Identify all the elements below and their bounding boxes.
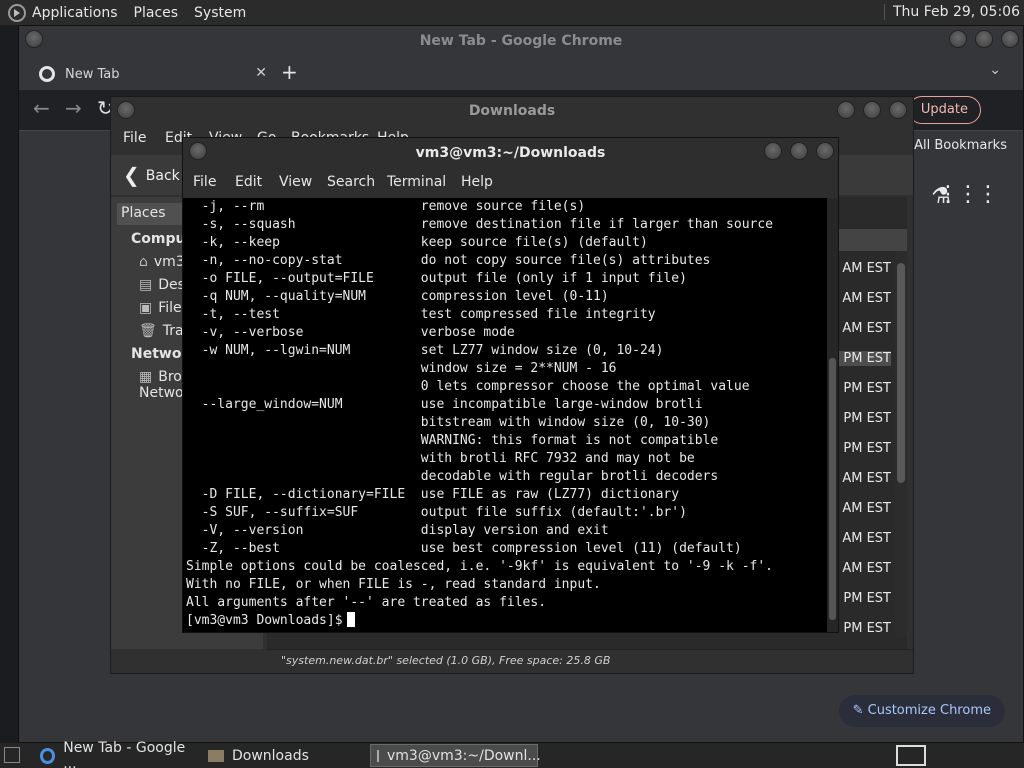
close-window-button[interactable]: [1001, 30, 1019, 48]
taskbar-item-label: Downloads: [232, 747, 309, 764]
system-menu[interactable]: System: [194, 5, 246, 21]
terminal-line: All arguments after '--' are treated as …: [186, 595, 547, 610]
maximize-button[interactable]: [863, 101, 881, 119]
terminal-line: -V, --version display version and exit: [186, 523, 609, 538]
forward-arrow-icon[interactable]: →: [65, 96, 82, 120]
terminal-prompt: [vm3@vm3 Downloads]$: [186, 613, 343, 628]
chrome-logo-icon: [40, 747, 56, 764]
terminal-line: decodable with regular brotli decoders: [186, 469, 719, 484]
terminal-line: -j, --rm remove source file(s): [186, 199, 586, 214]
pencil-icon: ✎: [852, 703, 868, 718]
panel-clock[interactable]: Thu Feb 29, 05:06: [883, 4, 1020, 20]
back-label: Back: [145, 168, 180, 184]
taskbar: New Tab - Google ... Downloads vm3@vm3:~…: [0, 740, 1024, 768]
status-bar: "system.new.dat.br" selected (1.0 GB), F…: [267, 649, 913, 673]
terminal-line: -n, --no-copy-stat do not copy source fi…: [186, 253, 711, 268]
terminal-line: -D FILE, --dictionary=FILE use FILE as r…: [186, 487, 680, 502]
terminal-line: -q NUM, --quality=NUM compression level …: [186, 289, 609, 304]
terminal-line: -t, --test test compressed file integrit…: [186, 307, 656, 322]
taskbar-item-label: vm3@vm3:~/Downl...: [387, 747, 541, 764]
terminal-line: 0 lets compressor choose the optimal val…: [186, 379, 750, 394]
folder-icon: [208, 749, 224, 762]
terminal-line: Simple options could be coalesced, i.e. …: [186, 559, 773, 574]
terminal-menubar: File Edit View Search Terminal Help: [183, 172, 838, 196]
terminal-line: bitstream with window size (0, 10-30): [186, 415, 711, 430]
workspace-switcher[interactable]: [896, 745, 926, 766]
tab-new-tab[interactable]: New Tab ✕: [27, 58, 267, 90]
chevron-down-icon[interactable]: ⌄: [989, 62, 1001, 78]
terminal-prompt-line[interactable]: [vm3@vm3 Downloads]$: [186, 612, 355, 630]
close-icon[interactable]: ✕: [255, 65, 267, 81]
terminal-line: --large_window=NUM use incompatible larg…: [186, 397, 703, 412]
taskbar-item-terminal[interactable]: vm3@vm3:~/Downl...: [370, 744, 541, 767]
back-arrow-icon[interactable]: ←: [33, 96, 50, 120]
terminal-scrollbar[interactable]: [827, 198, 838, 632]
taskbar-item-chrome[interactable]: New Tab - Google ...: [34, 740, 198, 768]
sidebar-item-label: vm3: [153, 254, 185, 270]
terminal-cursor: [346, 612, 355, 627]
drive-icon: ▣: [139, 300, 153, 316]
tab-label: New Tab: [65, 66, 120, 82]
customize-chrome-button[interactable]: ✎ Customize Chrome: [838, 695, 1005, 727]
menu-terminal[interactable]: Terminal: [387, 174, 446, 190]
minimize-button[interactable]: [837, 101, 855, 119]
terminal-line: -s, --squash remove destination file if …: [186, 217, 773, 232]
menu-file[interactable]: File: [123, 130, 146, 146]
minimize-button[interactable]: [949, 30, 967, 48]
menu-help[interactable]: Help: [461, 174, 493, 190]
terminal-line: window size = 2**NUM - 16: [186, 361, 617, 376]
update-button[interactable]: Update: [907, 96, 981, 124]
terminal-line: -Z, --best use best compression level (1…: [186, 541, 742, 556]
all-bookmarks-button[interactable]: All Bookmarks: [903, 138, 1007, 153]
terminal-line: -k, --keep keep source file(s) (default): [186, 235, 648, 250]
back-button[interactable]: ❮ Back: [123, 163, 180, 187]
back-arrow-icon: ❮: [123, 163, 140, 187]
terminal-line: With no FILE, or when FILE is -, read st…: [186, 577, 601, 592]
chrome-window-title: New Tab - Google Chrome: [419, 33, 623, 49]
terminal-line: with brotli RFC 7932 and may not be: [186, 451, 695, 466]
trash-icon: 🗑: [139, 323, 157, 339]
new-tab-button[interactable]: +: [281, 60, 298, 84]
menu-search[interactable]: Search: [327, 174, 375, 190]
top-panel: Applications Places System Thu Feb 29, 0…: [0, 0, 1024, 25]
close-window-button[interactable]: [889, 101, 907, 119]
terminal-line: -w NUM, --lgwin=NUM set LZ77 window size…: [186, 343, 664, 358]
terminal-output[interactable]: -j, --rm remove source file(s) -s, --squ…: [183, 198, 829, 632]
chrome-logo-icon: [39, 66, 55, 82]
terminal-window: vm3@vm3:~/Downloads File Edit View Searc…: [182, 137, 839, 633]
menu-file[interactable]: File: [193, 174, 216, 190]
file-list-scrollbar[interactable]: [895, 251, 907, 637]
terminal-line: WARNING: this format is not compatible: [186, 433, 719, 448]
close-window-button[interactable]: [816, 142, 834, 160]
terminal-title: vm3@vm3:~/Downloads: [415, 145, 606, 161]
terminal-icon: [377, 749, 379, 762]
taskbar-item-downloads[interactable]: Downloads: [202, 744, 366, 767]
menu-view[interactable]: View: [279, 174, 312, 190]
taskbar-item-label: New Tab - Google ...: [63, 739, 186, 768]
sidebar-item-home[interactable]: ⌂ vm3: [139, 254, 185, 270]
maximize-button[interactable]: [975, 30, 993, 48]
customize-chrome-label: Customize Chrome: [867, 703, 991, 718]
applications-menu[interactable]: Applications: [32, 5, 118, 21]
maximize-button[interactable]: [790, 142, 808, 160]
menu-edit[interactable]: Edit: [235, 174, 262, 190]
terminal-line: -S SUF, --suffix=SUF output file suffix …: [186, 505, 687, 520]
home-icon: ⌂: [139, 254, 148, 270]
terminal-line: -o FILE, --output=FILE output file (only…: [186, 271, 687, 286]
file-manager-title: Downloads: [468, 103, 556, 119]
apps-grid-icon[interactable]: ⋮⋮⋮: [937, 182, 999, 207]
terminal-line: -v, --verbose verbose mode: [186, 325, 515, 340]
folder-icon: ▤: [139, 277, 153, 293]
show-desktop-icon[interactable]: [4, 747, 20, 763]
distro-logo-icon[interactable]: [8, 3, 26, 22]
scrollbar-thumb[interactable]: [829, 358, 836, 620]
scrollbar-thumb[interactable]: [897, 263, 905, 483]
minimize-button[interactable]: [764, 142, 782, 160]
network-icon: ▦: [139, 369, 153, 385]
places-menu[interactable]: Places: [134, 5, 179, 21]
